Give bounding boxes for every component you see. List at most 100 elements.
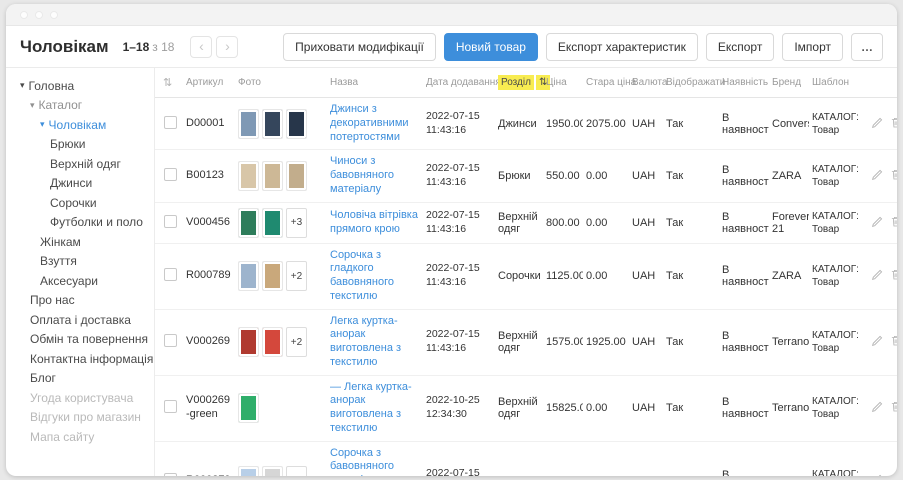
product-photo-thumb[interactable] <box>286 161 307 191</box>
sidebar-item[interactable]: Відгуки про магазин <box>6 408 154 428</box>
delete-icon[interactable] <box>890 215 897 231</box>
edit-icon[interactable] <box>871 474 883 476</box>
product-photo-thumb[interactable] <box>262 208 283 238</box>
sidebar-item-label: Чоловікам <box>49 118 107 132</box>
edit-icon[interactable] <box>871 401 883 416</box>
more-actions-button[interactable]: … <box>851 33 883 61</box>
column-header[interactable]: Бренд <box>769 68 809 98</box>
new-product-button[interactable]: Новий товар <box>444 33 538 61</box>
delete-icon[interactable] <box>890 268 897 284</box>
edit-icon[interactable] <box>871 269 883 284</box>
edit-icon[interactable] <box>871 117 883 132</box>
more-photos-chip[interactable]: +2 <box>286 327 307 357</box>
product-photo-thumb[interactable] <box>238 327 259 357</box>
row-checkbox[interactable] <box>164 473 177 476</box>
sidebar-item-label: Головна <box>29 79 75 93</box>
delete-icon[interactable] <box>890 334 897 350</box>
row-checkbox[interactable] <box>164 168 177 181</box>
sidebar-item[interactable]: Угода користувача <box>6 388 154 408</box>
table-row: V000269-green— Легка куртка-анорак вигот… <box>155 375 897 441</box>
page-title: Чоловікам <box>20 37 109 57</box>
product-photo-thumb[interactable] <box>238 161 259 191</box>
column-header[interactable]: Шаблон <box>809 68 861 98</box>
product-photo-thumb[interactable] <box>262 109 283 139</box>
sidebar-item[interactable]: Контактна інформація <box>6 349 154 369</box>
product-photo-thumb[interactable] <box>238 466 259 476</box>
sidebar-item[interactable]: Футболки и поло <box>6 213 154 233</box>
section-cell: Верхній одяг <box>495 309 543 375</box>
row-checkbox[interactable] <box>164 215 177 228</box>
window-control-dot[interactable] <box>35 11 43 19</box>
more-photos-chip[interactable]: +2 <box>286 466 307 476</box>
column-header[interactable]: Артикул <box>183 68 235 98</box>
product-photo-thumb[interactable] <box>262 466 283 476</box>
sidebar-item[interactable]: Обмін та повернення <box>6 330 154 350</box>
sidebar-item[interactable]: Оплата і доставка <box>6 310 154 330</box>
row-checkbox[interactable] <box>164 400 177 413</box>
sidebar-item[interactable]: ▾Головна <box>6 76 154 96</box>
product-name-link[interactable]: Сорочка з бавовняного матеріалу притален… <box>330 447 420 477</box>
sidebar-item[interactable]: ▾Каталог <box>6 96 154 116</box>
prev-page-button[interactable]: ‹ <box>190 36 212 58</box>
product-photo-thumb[interactable] <box>262 327 283 357</box>
product-photo-thumb[interactable] <box>238 109 259 139</box>
next-page-button[interactable]: › <box>216 36 238 58</box>
product-name-link[interactable]: Чоловіча вітрівка прямого крою <box>330 209 420 237</box>
template-cell: КАТАЛОГ: Товар <box>809 98 861 150</box>
sidebar-item[interactable]: Мапа сайту <box>6 427 154 447</box>
sidebar-item[interactable]: Джинси <box>6 174 154 194</box>
delete-icon[interactable] <box>890 116 897 132</box>
column-header[interactable]: Стара ціна <box>583 68 629 98</box>
product-name-link[interactable]: Чиноси з бавовняного матеріалу <box>330 155 420 196</box>
sidebar-item[interactable]: ▾Чоловікам <box>6 115 154 135</box>
edit-icon[interactable] <box>871 335 883 350</box>
old-price-cell: 1925.00 <box>583 309 629 375</box>
delete-icon[interactable] <box>890 168 897 184</box>
sidebar-item[interactable]: Про нас <box>6 291 154 311</box>
sidebar-item[interactable]: Жінкам <box>6 232 154 252</box>
column-header[interactable]: Відображати <box>663 68 719 98</box>
hide-modifications-button[interactable]: Приховати модифікації <box>283 33 436 61</box>
product-name-link[interactable]: — Легка куртка-анорак виготовлена з текс… <box>330 381 420 436</box>
product-photo-thumb[interactable] <box>286 109 307 139</box>
row-checkbox[interactable] <box>164 334 177 347</box>
product-name-link[interactable]: Сорочка з гладкого бавовняного текстилю <box>330 249 420 304</box>
edit-icon[interactable] <box>871 216 883 231</box>
column-header[interactable]: Фото <box>235 68 327 98</box>
photo-cell: +2 <box>238 261 324 291</box>
product-photo-thumb[interactable] <box>262 161 283 191</box>
product-photo-thumb[interactable] <box>262 261 283 291</box>
sidebar-item[interactable]: Аксесуари <box>6 271 154 291</box>
column-header[interactable]: Дата додавання <box>423 68 495 98</box>
sidebar-item[interactable]: Брюки <box>6 135 154 155</box>
edit-icon[interactable] <box>871 169 883 184</box>
export-characteristics-button[interactable]: Експорт характеристик <box>546 33 698 61</box>
column-header[interactable]: Ціна <box>543 68 583 98</box>
table-row: R000789+2Сорочка з гладкого бавовняного … <box>155 243 897 309</box>
column-header[interactable]: Назва <box>327 68 423 98</box>
sidebar-item[interactable]: Верхній одяг <box>6 154 154 174</box>
sidebar-item[interactable]: Сорочки <box>6 193 154 213</box>
product-name-link[interactable]: Джинси з декоративними потертостями <box>330 103 420 144</box>
column-header[interactable]: Наявність <box>719 68 769 98</box>
window-control-dot[interactable] <box>20 11 28 19</box>
product-photo-thumb[interactable] <box>238 393 259 423</box>
more-photos-chip[interactable]: +3 <box>286 208 307 238</box>
product-photo-thumb[interactable] <box>238 208 259 238</box>
more-photos-chip[interactable]: +2 <box>286 261 307 291</box>
sidebar-item[interactable]: Блог <box>6 369 154 389</box>
row-checkbox[interactable] <box>164 268 177 281</box>
delete-icon[interactable] <box>890 473 897 476</box>
currency-cell: UAH <box>629 375 663 441</box>
product-name-link[interactable]: Легка куртка-анорак виготовлена з тексти… <box>330 315 420 370</box>
sort-all-header[interactable]: ⇅ <box>155 68 183 98</box>
row-checkbox[interactable] <box>164 116 177 129</box>
product-photo-thumb[interactable] <box>238 261 259 291</box>
export-button[interactable]: Експорт <box>706 33 774 61</box>
import-button[interactable]: Імпорт <box>782 33 843 61</box>
column-header[interactable]: Валюта <box>629 68 663 98</box>
window-control-dot[interactable] <box>50 11 58 19</box>
delete-icon[interactable] <box>890 400 897 416</box>
column-header-highlighted[interactable]: Розділ⇅ <box>495 68 543 98</box>
sidebar-item[interactable]: Взуття <box>6 252 154 272</box>
